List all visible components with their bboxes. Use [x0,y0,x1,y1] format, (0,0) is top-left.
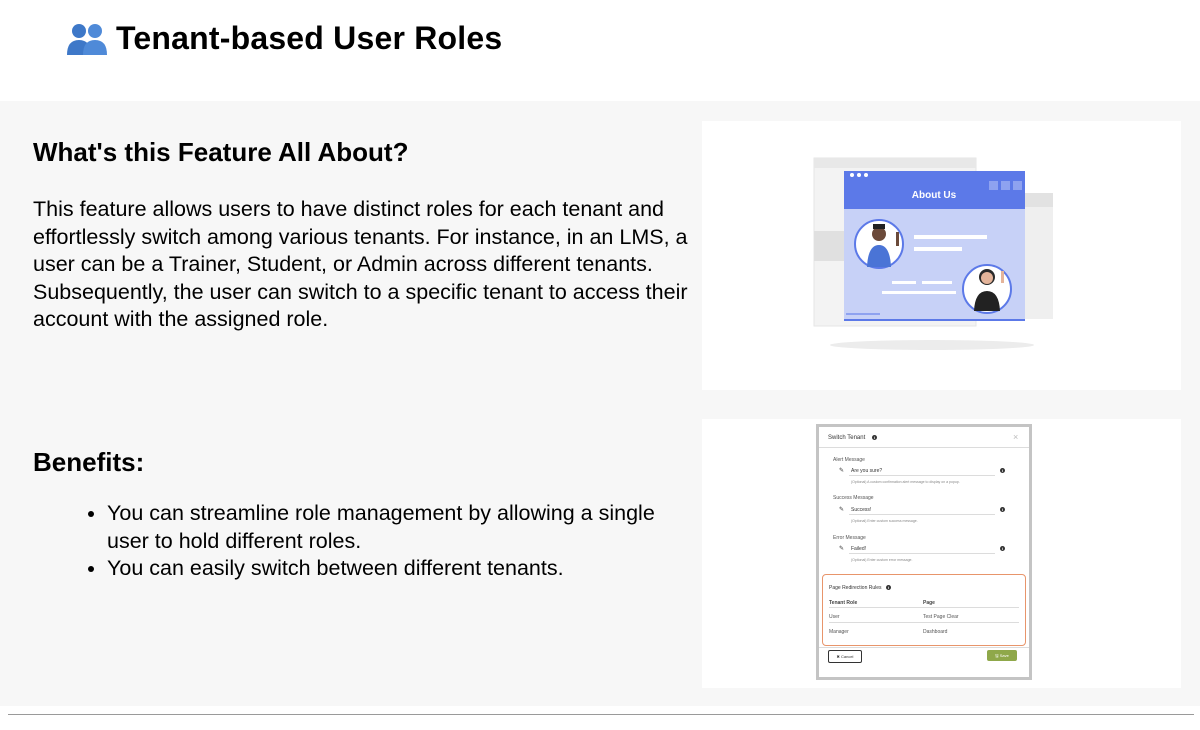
alert-message-hint: (Optional) A custom confirmation alert m… [851,480,960,484]
rules-title: Page Redirection Rules [829,585,882,591]
error-message-input[interactable]: Failed! [851,546,866,552]
list-item: You can streamline role management by al… [107,500,667,555]
success-message-label: Success Message [833,495,874,501]
switch-tenant-modal: Switch Tenant i × Alert Message ✎ Are yo… [819,427,1029,677]
input-underline [849,514,995,515]
list-item: You can easily switch between different … [107,555,667,583]
illustration-graphic: About Us [813,157,1053,350]
page-title: Tenant-based User Roles [116,20,503,56]
info-icon: i [1000,507,1005,512]
pencil-icon: ✎ [839,507,845,513]
table-cell-page[interactable]: Test Page Clear [923,614,959,620]
table-divider [829,622,1019,623]
pencil-icon: ✎ [839,546,845,552]
save-button[interactable]: 🖫 Save [987,650,1017,661]
info-icon: i [886,585,891,590]
close-icon[interactable]: × [1013,432,1018,442]
tenant-role-header: Tenant Role [829,600,858,606]
success-message-input[interactable]: Success! [851,507,871,513]
benefits-heading: Benefits: [33,447,145,477]
info-icon: i [872,435,877,440]
error-message-hint: (Optional) Enter custom error message. [851,558,913,562]
page-redirection-rules-panel: Page Redirection Rules i Tenant Role Pag… [822,574,1026,646]
about-illustration: About Us [702,121,1181,390]
bottom-divider [8,714,1194,715]
cancel-button[interactable]: ✖ Cancel [828,650,862,663]
modal-title: Switch Tenant [828,435,866,441]
input-underline [849,475,995,476]
benefits-list: You can streamline role management by al… [85,500,667,583]
success-message-hint: (Optional) Enter custom success message. [851,519,918,523]
alert-message-label: Alert Message [833,457,865,463]
table-cell-page[interactable]: Dashboard [923,629,947,635]
users-icon [66,22,108,56]
info-icon: i [1000,546,1005,551]
about-us-banner: About Us [912,190,957,201]
page-header: Tenant-based User Roles [0,0,1200,100]
input-underline [849,553,995,554]
error-message-label: Error Message [833,535,866,541]
about-heading: What's this Feature All About? [33,137,409,167]
about-description: This feature allows users to have distin… [33,197,688,331]
table-divider [829,607,1019,608]
modal-footer-divider [819,647,1029,648]
alert-message-input[interactable]: Are you sure? [851,468,882,474]
pencil-icon: ✎ [839,468,845,474]
modal-divider [819,447,1029,448]
table-cell-role: User [829,614,840,620]
info-icon: i [1000,468,1005,473]
title-row: Tenant-based User Roles [66,20,502,57]
table-cell-role: Manager [829,629,849,635]
page-header-cell: Page [923,600,935,606]
